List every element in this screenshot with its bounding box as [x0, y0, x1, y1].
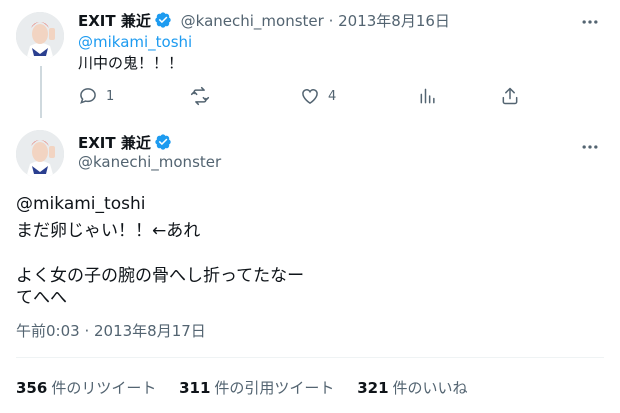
reply-button[interactable]: 1 [78, 85, 114, 107]
reply-tweet-date[interactable]: · 2013年8月16日 [329, 12, 450, 30]
reply-author-avatar[interactable] [16, 12, 64, 60]
retweets-label: 件のリツイート [51, 379, 157, 397]
like-count: 4 [328, 88, 337, 104]
more-horizontal-icon [582, 20, 598, 24]
quotes-label: 件の引用ツイート [214, 379, 335, 397]
engagement-stats: 356 件のリツイート 311 件の引用ツイート 321 件のいいね [16, 377, 486, 398]
reply-author-handle[interactable]: @kanechi_monster [181, 12, 324, 30]
main-author-name-row: EXIT 兼近 [78, 132, 172, 153]
heart-icon [302, 88, 318, 104]
main-author-handle[interactable]: @kanechi_monster [78, 153, 221, 171]
retweets-count: 356 [16, 379, 48, 397]
verified-badge-icon [155, 134, 171, 150]
reply-tweet-text: 川中の鬼！！！ [78, 54, 184, 72]
thread-connector-line [40, 66, 42, 118]
share-button[interactable] [500, 85, 520, 107]
analytics-button[interactable] [418, 85, 438, 107]
quotes-count: 311 [179, 379, 211, 397]
bar-chart-icon [420, 88, 435, 104]
divider [16, 357, 604, 358]
main-tweet-timestamp[interactable]: 午前0:03 · 2013年8月17日 [16, 320, 206, 341]
reply-more-button[interactable] [580, 12, 600, 32]
reply-mention-link[interactable]: @mikami_toshi [78, 33, 192, 51]
quotes-stat[interactable]: 311 件の引用ツイート [179, 379, 334, 397]
main-more-button[interactable] [580, 137, 600, 157]
retweet-button[interactable] [190, 85, 218, 107]
more-horizontal-icon [582, 145, 598, 149]
main-author-avatar[interactable] [16, 130, 64, 178]
main-tweet-line-3: てへへ [16, 288, 67, 308]
likes-count: 321 [357, 379, 389, 397]
main-mention-link[interactable]: @mikami_toshi [16, 194, 145, 214]
likes-stat[interactable]: 321 件のいいね [357, 379, 467, 397]
retweets-stat[interactable]: 356 件のリツイート [16, 379, 156, 397]
like-button[interactable]: 4 [300, 85, 336, 107]
reply-tweet-header: EXIT 兼近 @kanechi_monster · 2013年8月16日 [78, 10, 450, 31]
reply-count: 1 [106, 88, 115, 104]
retweet-icon [190, 86, 210, 106]
reply-action-bar: 1 4 [78, 85, 518, 107]
reply-author-name[interactable]: EXIT 兼近 [78, 12, 151, 30]
likes-label: 件のいいね [392, 379, 468, 397]
share-upload-icon [502, 87, 518, 105]
verified-badge-icon [155, 12, 171, 28]
reply-bubble-icon [80, 88, 96, 104]
main-tweet-line-1: まだ卵じゃい！！←あれ [16, 221, 201, 241]
main-author-name[interactable]: EXIT 兼近 [78, 134, 151, 152]
